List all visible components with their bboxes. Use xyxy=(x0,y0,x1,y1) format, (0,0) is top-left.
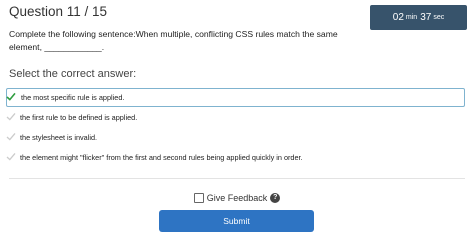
submit-button[interactable]: Submit xyxy=(159,210,314,232)
timer-seconds: 37 xyxy=(420,12,432,23)
answer-options: the most specific rule is applied. the f… xyxy=(6,88,465,168)
answer-option[interactable]: the stylesheet is invalid. xyxy=(6,128,465,147)
give-feedback-checkbox[interactable] xyxy=(193,193,204,203)
help-circle-icon[interactable]: ? xyxy=(270,193,281,203)
answer-option[interactable]: the first rule to be defined is applied. xyxy=(6,108,465,127)
answer-option-label: the most specific rule is applied. xyxy=(21,93,125,102)
answer-option[interactable]: the most specific rule is applied. xyxy=(6,88,465,107)
countdown-timer: 02 min 37 sec xyxy=(370,5,467,30)
answer-option-label: the stylesheet is invalid. xyxy=(20,133,98,142)
check-icon xyxy=(6,112,16,121)
answer-option-label: the element might "flicker" from the fir… xyxy=(20,153,303,162)
question-counter: Question 11 / 15 xyxy=(9,4,108,19)
timer-minutes: 02 xyxy=(392,12,404,23)
divider xyxy=(9,178,465,179)
check-icon xyxy=(6,152,16,161)
question-prompt: Complete the following sentence:When mul… xyxy=(9,29,338,52)
check-icon xyxy=(6,92,16,101)
timer-seconds-unit: sec xyxy=(433,14,445,21)
give-feedback: Give Feedback ? xyxy=(0,193,474,203)
answer-option-label: the first rule to be defined is applied. xyxy=(20,113,138,122)
give-feedback-label[interactable]: Give Feedback xyxy=(207,193,268,203)
select-answer-label: Select the correct answer: xyxy=(9,68,137,80)
check-icon xyxy=(6,132,16,141)
timer-minutes-unit: min xyxy=(405,14,418,21)
answer-option[interactable]: the element might "flicker" from the fir… xyxy=(6,148,465,167)
